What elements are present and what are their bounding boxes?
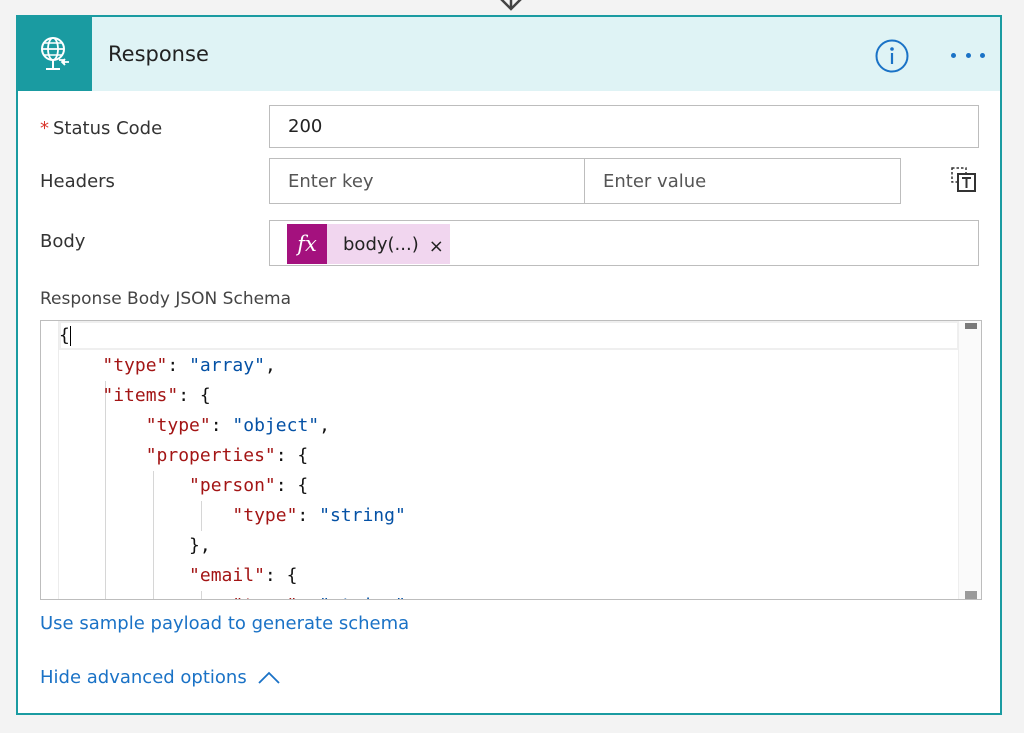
code-token: "type": [232, 595, 297, 599]
use-sample-payload-link[interactable]: Use sample payload to generate schema: [40, 613, 409, 634]
code-token: "object": [232, 415, 320, 436]
code-token: "type": [102, 355, 168, 376]
code-line: "type": "string": [59, 501, 406, 531]
switch-to-text-mode-icon[interactable]: [951, 167, 977, 193]
scrollbar-marker: [965, 591, 977, 599]
scrollbar-marker: [965, 323, 977, 329]
card-header[interactable]: Response: [18, 17, 1000, 91]
text-caret: [69, 326, 71, 346]
code-token: :: [167, 355, 190, 376]
code-line: "type": "object",: [59, 411, 330, 441]
code-token: ,: [319, 415, 330, 436]
info-icon[interactable]: [875, 39, 909, 73]
code-token: :: [297, 505, 320, 526]
code-token: "type": [232, 505, 298, 526]
code-token: "email": [189, 565, 265, 586]
code-line: "person": {: [59, 471, 308, 501]
editor-scrollbar[interactable]: [958, 321, 981, 599]
more-options-icon[interactable]: [948, 43, 988, 67]
hide-advanced-options-label: Hide advanced options: [40, 667, 247, 688]
schema-label: Response Body JSON Schema: [40, 289, 292, 309]
status-code-label-text: Status Code: [53, 118, 163, 139]
code-token: :: [297, 595, 319, 599]
current-line-highlight: [59, 321, 959, 350]
card-title: Response: [108, 42, 209, 66]
hide-advanced-options-link[interactable]: Hide advanced options: [40, 667, 281, 688]
code-token: "string": [319, 505, 406, 526]
code-token: },: [59, 535, 211, 556]
code-token: {: [59, 325, 70, 346]
code-token: : {: [264, 565, 298, 586]
code-token: "items": [102, 385, 179, 406]
code-line: "type": "string": [59, 591, 406, 599]
code-line: },: [59, 531, 211, 561]
status-code-label: * Status Code: [40, 118, 162, 139]
headers-label: Headers: [40, 171, 115, 192]
code-token: : {: [275, 475, 309, 496]
code-token: "type": [145, 415, 211, 436]
code-line: "type": "array",: [59, 351, 276, 381]
header-key-input[interactable]: Enter key: [269, 158, 585, 204]
body-label: Body: [40, 231, 86, 252]
globe-request-icon: [18, 17, 92, 91]
header-value-input[interactable]: Enter value: [584, 158, 901, 204]
code-token: "person": [189, 475, 276, 496]
code-token: : {: [178, 385, 211, 406]
editor-gutter: [41, 321, 59, 599]
code-line: "email": {: [59, 561, 297, 591]
code-token: "properties": [145, 445, 276, 466]
code-token: "array": [189, 355, 265, 376]
code-line: "properties": {: [59, 441, 309, 471]
code-token: "string": [319, 595, 406, 599]
expression-fx-icon: fx: [287, 224, 327, 264]
status-code-input[interactable]: 200: [269, 105, 979, 148]
code-token: :: [210, 415, 233, 436]
body-expression-token[interactable]: fx body(...) ×: [287, 224, 450, 264]
token-label: body(...): [343, 233, 419, 255]
response-action-card: Response * Status Code 200 Headers Enter …: [16, 15, 1002, 715]
code-line: {: [59, 321, 71, 351]
json-schema-editor[interactable]: { "type": "array", "items": { "type": "o…: [40, 320, 982, 600]
code-token: ,: [264, 355, 276, 376]
remove-token-icon[interactable]: ×: [419, 224, 450, 264]
required-marker: *: [40, 118, 49, 139]
code-token: : {: [275, 445, 309, 466]
code-line: "items": {: [59, 381, 211, 411]
connector-arrow-icon: [500, 0, 522, 11]
chevron-up-icon: [258, 671, 281, 684]
